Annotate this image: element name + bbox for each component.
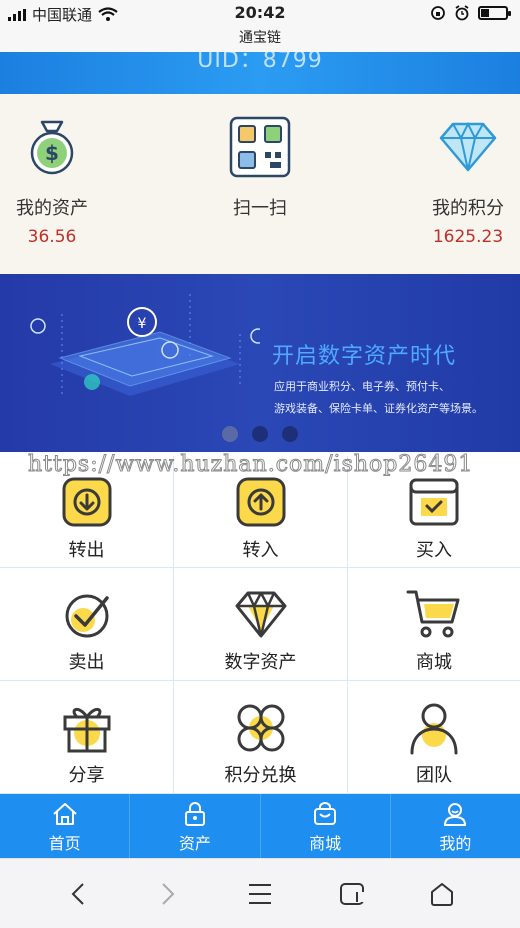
home-button[interactable] (422, 879, 462, 909)
digital-platform-illustration: ¥ (30, 294, 260, 396)
grid-item-sell[interactable]: 卖出 (0, 568, 174, 681)
tab-assets[interactable]: 资产 (130, 794, 261, 858)
chevron-left-icon (71, 883, 84, 905)
grid-item-label: 团队 (416, 765, 452, 786)
my-assets-item[interactable]: $ 我的资产 36.56 (0, 116, 122, 247)
app-title: 通宝链 (239, 30, 281, 46)
grid-item-label: 买入 (416, 540, 452, 561)
header-banner: UID：8799 (0, 52, 520, 94)
tab-mall-label: 商城 (309, 834, 342, 853)
function-grid: 转出 转入 买入 卖出 数字资产 商城 分享 积分兑换 团队 (0, 456, 520, 794)
asset-summary: $ 我的资产 36.56 扫一扫 我的积分 1625.23 (0, 94, 520, 274)
svg-text:¥: ¥ (138, 316, 147, 332)
lock-icon (184, 802, 205, 826)
bottom-nav: 首页 资产 商城 我的 (0, 794, 520, 858)
grid-item-label: 分享 (68, 765, 105, 786)
rotation-lock-icon (431, 6, 445, 20)
shop-bag-icon (314, 802, 337, 825)
exchange-icon (237, 704, 284, 752)
banner-dot[interactable] (222, 426, 238, 442)
house-icon (431, 883, 453, 906)
banner-title: 开启数字资产时代 (272, 344, 457, 369)
banner-desc-line2: 游戏装备、保险卡单、证券化资产等场景。 (274, 402, 483, 415)
grid-item-label: 商城 (416, 652, 452, 673)
my-assets-label: 我的资产 (16, 198, 88, 219)
cart-icon (406, 590, 460, 638)
watermark-text: https://www.huzhan.com/ishop26491 (27, 452, 474, 478)
grid-item-label: 转入 (242, 540, 279, 561)
uid-label: UID：8799 (197, 52, 323, 73)
alarm-icon (455, 5, 469, 21)
transfer-out-icon (62, 477, 111, 527)
team-icon (410, 703, 458, 755)
menu-icon (249, 884, 271, 904)
tab-mine-label: 我的 (439, 834, 472, 853)
tab-mine[interactable]: 我的 (391, 794, 520, 858)
browser-toolbar (0, 858, 520, 928)
grid-item-team[interactable]: 团队 (348, 681, 520, 794)
my-points-label: 我的积分 (432, 198, 504, 219)
sell-icon (65, 594, 109, 638)
status-bar: 中国联通 20:42 通宝链 (0, 0, 520, 52)
tab-assets-label: 资产 (178, 834, 211, 853)
diamond-icon (439, 121, 497, 172)
digital-asset-icon (235, 591, 286, 638)
tab-mall[interactable]: 商城 (261, 794, 391, 858)
grid-item-digital-asset[interactable]: 数字资产 (174, 568, 348, 681)
banner-dot[interactable] (252, 426, 268, 442)
buy-icon (409, 478, 459, 526)
grid-item-label: 卖出 (68, 652, 105, 673)
forward-button[interactable] (148, 879, 188, 909)
battery-icon (478, 6, 511, 20)
status-right (430, 5, 511, 21)
grid-item-share[interactable]: 分享 (0, 681, 174, 794)
qr-scan-icon (229, 116, 291, 178)
menu-button[interactable] (240, 879, 280, 909)
my-points-value: 1625.23 (432, 227, 504, 247)
grid-item-label: 积分兑换 (224, 765, 297, 786)
user-icon (444, 803, 467, 826)
banner-desc-line1: 应用于商业积分、电子券、预付卡、 (274, 380, 450, 393)
back-button[interactable] (58, 879, 98, 909)
home-icon (52, 803, 77, 825)
transfer-in-icon (236, 477, 285, 527)
chevron-right-icon (162, 883, 175, 905)
my-assets-value: 36.56 (27, 227, 77, 247)
scan-label: 扫一扫 (233, 198, 287, 219)
grid-item-mall[interactable]: 商城 (348, 568, 520, 681)
banner-desc: 应用于商业积分、电子券、预付卡、 游戏装备、保险卡单、证券化资产等场景。 (274, 376, 483, 420)
scan-item[interactable]: 扫一扫 (190, 116, 330, 220)
grid-item-label: 数字资产 (224, 652, 297, 673)
tab-home-label: 首页 (48, 834, 81, 853)
tabs-icon (340, 883, 365, 905)
banner-pagination (222, 426, 298, 442)
tabs-button[interactable] (332, 879, 372, 909)
gift-icon (63, 708, 110, 753)
svg-text:$: $ (45, 141, 59, 165)
banner-dot[interactable] (282, 426, 298, 442)
grid-item-points-exchange[interactable]: 积分兑换 (174, 681, 348, 794)
promo-banner[interactable]: ¥ 开启数字资产时代 应用于商业积分、电子券、预付卡、 游戏装备、保险卡单、证券… (0, 274, 520, 452)
tab-home[interactable]: 首页 (0, 794, 131, 858)
grid-item-label: 转出 (68, 540, 105, 561)
money-bag-icon: $ (30, 120, 74, 175)
my-points-item[interactable]: 我的积分 1625.23 (398, 116, 520, 247)
